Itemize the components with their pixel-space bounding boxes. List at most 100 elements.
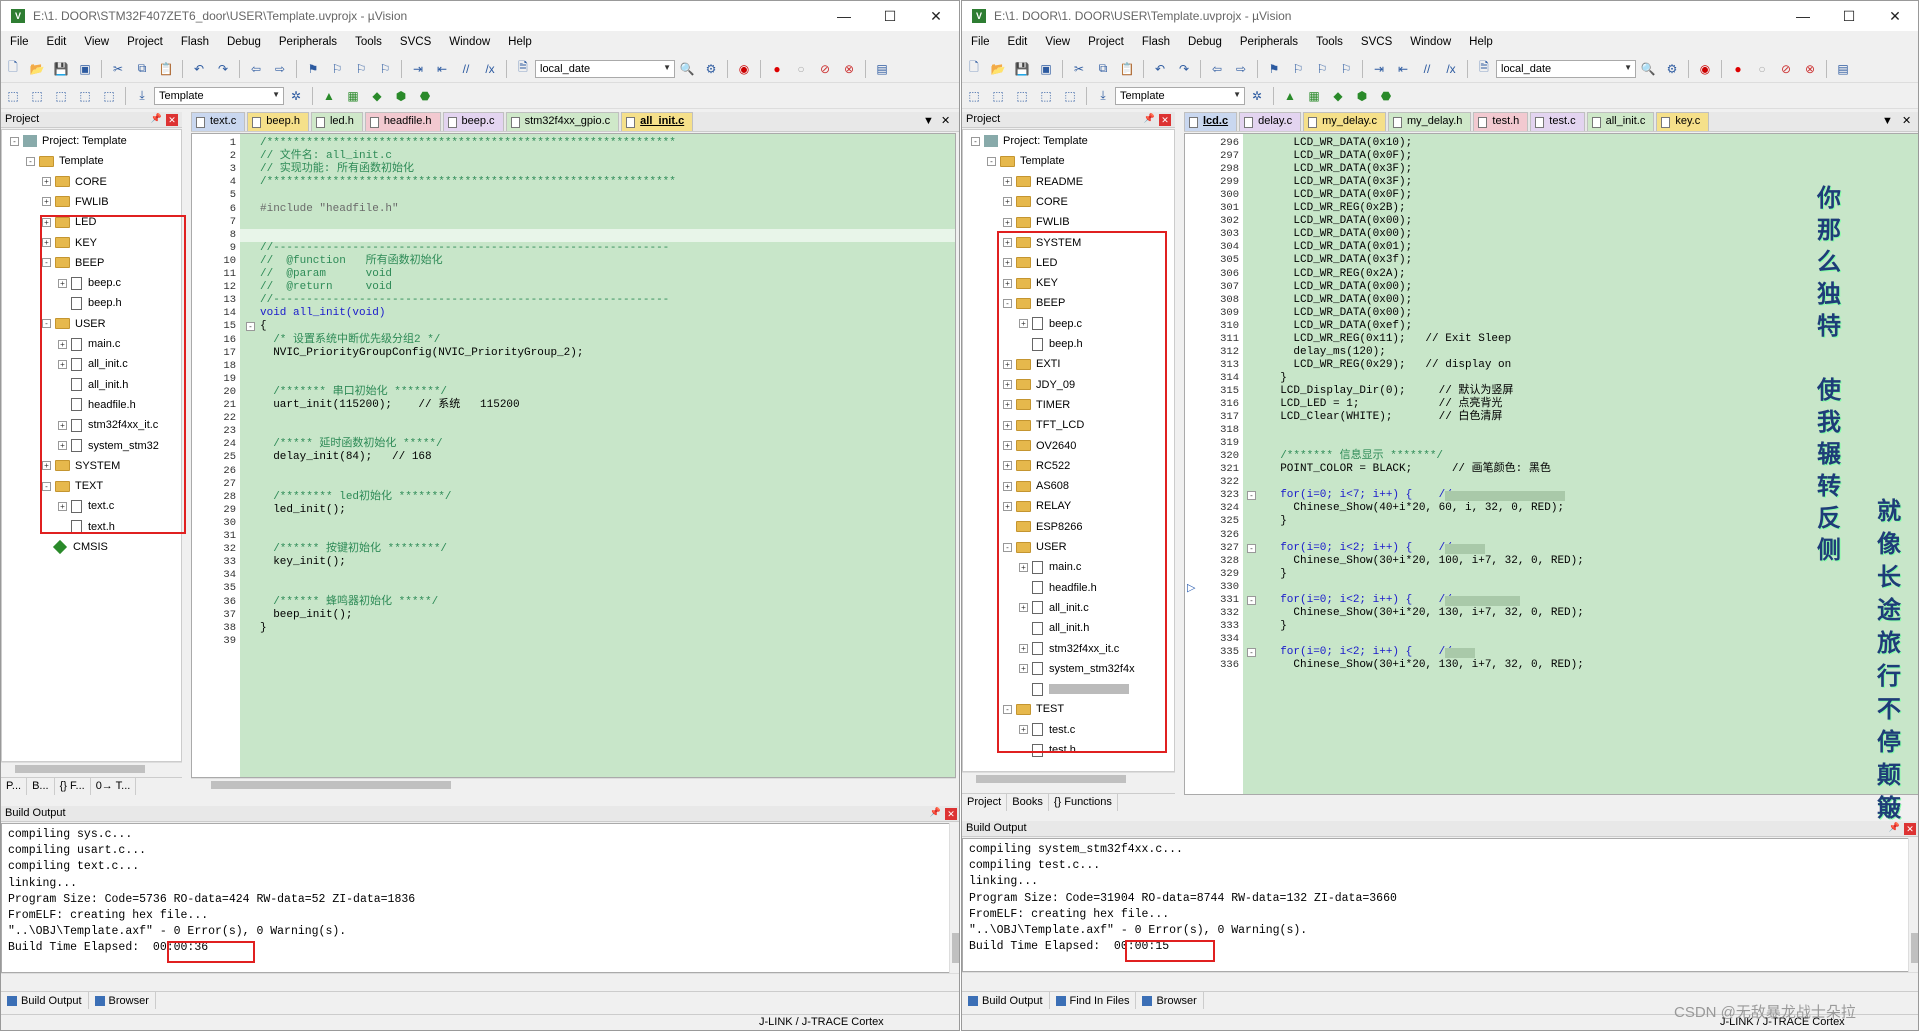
menu-item-flash[interactable]: Flash bbox=[1133, 33, 1179, 53]
tree-item[interactable]: - Template bbox=[26, 152, 104, 170]
unindent-icon[interactable]: ⇤ bbox=[1393, 59, 1413, 79]
breakpoint-disable-all-icon[interactable]: ⊘ bbox=[1776, 59, 1796, 79]
menu-item-peripherals[interactable]: Peripherals bbox=[270, 33, 346, 53]
menu-item-edit[interactable]: Edit bbox=[999, 33, 1037, 53]
tree-item[interactable]: + README bbox=[1003, 173, 1083, 191]
save-all-icon[interactable]: ▣ bbox=[1036, 59, 1056, 79]
project-panel-tab[interactable]: P... bbox=[1, 778, 28, 795]
expand-icon[interactable]: + bbox=[1003, 197, 1012, 207]
unindent-icon[interactable]: ⇤ bbox=[432, 59, 452, 79]
save-icon[interactable]: 💾 bbox=[1012, 59, 1032, 79]
stop-build-icon[interactable]: ⬚ bbox=[99, 86, 119, 106]
menu-item-window[interactable]: Window bbox=[440, 33, 499, 53]
find-icon[interactable]: 🔍 bbox=[677, 59, 697, 79]
breakpoint-icon[interactable]: ● bbox=[1728, 59, 1748, 79]
bookmark-prev-icon[interactable]: ⚐ bbox=[327, 59, 347, 79]
left-editor-hscroll[interactable] bbox=[191, 778, 956, 790]
bookmark-icon[interactable]: ⚑ bbox=[303, 59, 323, 79]
build-icon[interactable]: ⬚ bbox=[27, 86, 47, 106]
manage-project-icon[interactable]: ▲ bbox=[1280, 86, 1300, 106]
manage-rte-icon[interactable]: ◆ bbox=[1328, 86, 1348, 106]
indent-icon[interactable]: ⇥ bbox=[408, 59, 428, 79]
tree-item[interactable]: - Project: Template bbox=[971, 132, 1088, 150]
pin-icon[interactable]: 📌 bbox=[1144, 113, 1155, 124]
menu-item-file[interactable]: File bbox=[962, 33, 999, 53]
menu-item-svcs[interactable]: SVCS bbox=[1352, 33, 1401, 53]
debug-start-icon[interactable]: ◉ bbox=[1695, 59, 1715, 79]
find-in-files-icon[interactable]: 🗎 bbox=[513, 59, 533, 79]
editor-tab[interactable]: beep.c bbox=[442, 112, 504, 131]
close-icon[interactable]: ✕ bbox=[166, 114, 178, 126]
breakpoint-kill-icon[interactable]: ⊗ bbox=[1800, 59, 1820, 79]
rebuild-icon[interactable]: ⬚ bbox=[1012, 86, 1032, 106]
bookmark-prev-icon[interactable]: ⚐ bbox=[1288, 59, 1308, 79]
tab-close-icon[interactable]: ✕ bbox=[1902, 114, 1911, 127]
tree-item[interactable]: - Template bbox=[987, 152, 1065, 170]
bookmark-next-icon[interactable]: ⚐ bbox=[1312, 59, 1332, 79]
close-icon[interactable]: ✕ bbox=[1159, 114, 1171, 126]
translate-icon[interactable]: ⬚ bbox=[3, 86, 23, 106]
fold-collapse-icon[interactable]: - bbox=[1247, 595, 1256, 605]
breakpoint-disable-icon[interactable]: ○ bbox=[1752, 59, 1772, 79]
nav-back-icon[interactable]: ⇦ bbox=[1207, 59, 1227, 79]
close-button[interactable]: ✕ bbox=[913, 1, 959, 31]
editor-tab[interactable]: test.h bbox=[1473, 112, 1529, 131]
paste-icon[interactable]: 📋 bbox=[1117, 59, 1137, 79]
load-download-icon[interactable]: ⤓ bbox=[132, 86, 152, 106]
tree-item[interactable]: + CORE bbox=[1003, 193, 1068, 211]
menu-item-svcs[interactable]: SVCS bbox=[391, 33, 440, 53]
collapse-icon[interactable]: - bbox=[971, 136, 980, 146]
tree-item[interactable]: + CORE bbox=[42, 173, 107, 191]
window-layout-icon[interactable]: ▤ bbox=[1833, 59, 1853, 79]
pin-icon[interactable]: 📌 bbox=[930, 807, 941, 818]
right-build-vscroll[interactable] bbox=[1908, 838, 1918, 972]
find-icon[interactable]: 🔍 bbox=[1638, 59, 1658, 79]
target-options-icon[interactable]: ✲ bbox=[1247, 86, 1267, 106]
left-tree-hscroll[interactable] bbox=[1, 762, 182, 774]
collapse-icon[interactable]: - bbox=[26, 156, 35, 166]
cut-icon[interactable]: ✂ bbox=[1069, 59, 1089, 79]
menu-item-peripherals[interactable]: Peripherals bbox=[1231, 33, 1307, 53]
right-build-output[interactable]: compiling system_stm32f4xx.c... compiling… bbox=[962, 838, 1910, 972]
debug-start-icon[interactable]: ◉ bbox=[734, 59, 754, 79]
target-combo[interactable]: Template ▼ bbox=[154, 86, 284, 105]
manage-rte-icon[interactable]: ◆ bbox=[367, 86, 387, 106]
collapse-icon[interactable]: - bbox=[987, 156, 996, 166]
bookmark-clear-icon[interactable]: ⚐ bbox=[1336, 59, 1356, 79]
stop-build-icon[interactable]: ⬚ bbox=[1060, 86, 1080, 106]
menu-item-window[interactable]: Window bbox=[1401, 33, 1460, 53]
build-icon[interactable]: ⬚ bbox=[988, 86, 1008, 106]
comment-icon[interactable]: // bbox=[1417, 59, 1437, 79]
uncomment-icon[interactable]: /x bbox=[480, 59, 500, 79]
project-panel-tab[interactable]: Books bbox=[1007, 794, 1049, 811]
build-panel-tab[interactable]: Build Output bbox=[962, 992, 1050, 1009]
menu-item-view[interactable]: View bbox=[75, 33, 118, 53]
right-code-editor[interactable]: 296 297 298 299 300 301 302 303 304 305 306 307 308 3… bbox=[1184, 133, 1918, 795]
menu-item-project[interactable]: Project bbox=[1079, 33, 1133, 53]
redo-icon[interactable]: ↷ bbox=[1174, 59, 1194, 79]
save-all-icon[interactable]: ▣ bbox=[75, 59, 95, 79]
tab-close-icon[interactable]: ✕ bbox=[941, 114, 950, 127]
rte-component-icon[interactable]: ⬣ bbox=[415, 86, 435, 106]
incremental-find-icon[interactable]: ⚙ bbox=[1662, 59, 1682, 79]
right-tree-hscroll[interactable] bbox=[962, 772, 1175, 784]
editor-tab[interactable]: stm32f4xx_gpio.c bbox=[505, 112, 620, 131]
load-download-icon[interactable]: ⤓ bbox=[1093, 86, 1113, 106]
menu-item-tools[interactable]: Tools bbox=[1307, 33, 1352, 53]
rebuild-icon[interactable]: ⬚ bbox=[51, 86, 71, 106]
incremental-find-icon[interactable]: ⚙ bbox=[701, 59, 721, 79]
undo-icon[interactable]: ↶ bbox=[1150, 59, 1170, 79]
left-build-output[interactable]: compiling sys.c... compiling usart.c... co… bbox=[1, 823, 951, 973]
right-build-hscroll[interactable] bbox=[962, 972, 1918, 984]
menu-item-debug[interactable]: Debug bbox=[218, 33, 270, 53]
copy-icon[interactable]: ⧉ bbox=[132, 59, 152, 79]
project-panel-tab[interactable]: 0→ T... bbox=[91, 778, 137, 795]
breakpoint-icon[interactable]: ● bbox=[767, 59, 787, 79]
cut-icon[interactable]: ✂ bbox=[108, 59, 128, 79]
editor-tab[interactable]: my_delay.h bbox=[1387, 112, 1472, 131]
breakpoint-kill-icon[interactable]: ⊗ bbox=[839, 59, 859, 79]
build-panel-tab[interactable]: Find In Files bbox=[1050, 992, 1137, 1009]
new-file-icon[interactable]: 🗋 bbox=[3, 59, 23, 79]
window-layout-icon[interactable]: ▤ bbox=[872, 59, 892, 79]
build-panel-tab[interactable]: Browser bbox=[1136, 992, 1204, 1009]
